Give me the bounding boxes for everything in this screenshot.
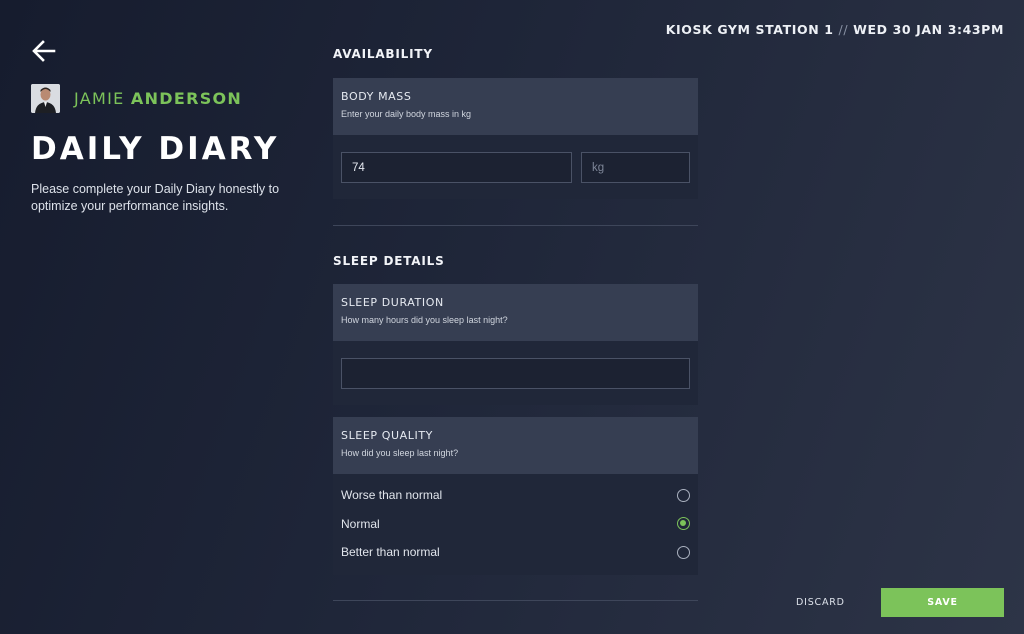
body-mass-unit-field[interactable] bbox=[581, 152, 690, 183]
body-mass-subtitle: Enter your daily body mass in kg bbox=[341, 109, 472, 119]
sleep-quality-option-normal[interactable]: Normal bbox=[341, 510, 690, 539]
sleep-quality-option-worse[interactable]: Worse than normal bbox=[341, 481, 690, 510]
current-datetime: WED 30 JAN 3:43PM bbox=[853, 22, 1004, 37]
sleep-duration-input[interactable] bbox=[341, 358, 690, 389]
back-arrow-icon[interactable] bbox=[31, 38, 57, 64]
header-separator: // bbox=[838, 22, 849, 37]
discard-button[interactable]: DISCARD bbox=[796, 597, 845, 608]
body-mass-title: BODY MASS bbox=[341, 90, 412, 103]
sleep-duration-inputs bbox=[333, 341, 698, 405]
sleep-section-title: SLEEP DETAILS bbox=[333, 254, 445, 268]
page-title: DAILY DIARY bbox=[31, 131, 280, 167]
sleep-quality-title: SLEEP QUALITY bbox=[341, 429, 433, 442]
option-label: Normal bbox=[341, 516, 380, 531]
body-mass-input[interactable] bbox=[341, 152, 572, 183]
section-divider bbox=[333, 225, 698, 226]
sleep-duration-header: SLEEP DURATION How many hours did you sl… bbox=[333, 284, 698, 341]
avatar bbox=[31, 84, 60, 113]
sleep-quality-options: Worse than normal Normal Better than nor… bbox=[333, 474, 698, 575]
save-button[interactable]: SAVE bbox=[881, 588, 1004, 617]
radio-unchecked-icon[interactable] bbox=[677, 545, 690, 559]
body-mass-inputs bbox=[333, 135, 698, 199]
radio-checked-icon[interactable] bbox=[677, 517, 690, 531]
body-mass-card: BODY MASS Enter your daily body mass in … bbox=[333, 78, 698, 199]
diary-form: AVAILABILITY BODY MASS Enter your daily … bbox=[333, 0, 698, 601]
sleep-quality-header: SLEEP QUALITY How did you sleep last nig… bbox=[333, 417, 698, 474]
left-panel: JAMIE ANDERSON DAILY DIARY Please comple… bbox=[31, 38, 301, 215]
user-name: JAMIE ANDERSON bbox=[74, 89, 242, 108]
option-label: Better than normal bbox=[341, 545, 440, 560]
user-last-name: ANDERSON bbox=[130, 89, 243, 108]
sleep-quality-option-better[interactable]: Better than normal bbox=[341, 538, 690, 567]
option-label: Worse than normal bbox=[341, 488, 443, 503]
sleep-duration-title: SLEEP DURATION bbox=[341, 296, 444, 309]
page-description: Please complete your Daily Diary honestl… bbox=[31, 182, 280, 213]
user-photo-icon bbox=[31, 84, 60, 113]
radio-unchecked-icon[interactable] bbox=[677, 488, 690, 502]
sleep-duration-subtitle: How many hours did you sleep last night? bbox=[341, 315, 508, 325]
availability-section-title: AVAILABILITY bbox=[333, 47, 433, 61]
body-mass-header: BODY MASS Enter your daily body mass in … bbox=[333, 78, 698, 135]
user-info: JAMIE ANDERSON bbox=[31, 84, 301, 113]
sleep-quality-card: SLEEP QUALITY How did you sleep last nig… bbox=[333, 417, 698, 575]
sleep-duration-card: SLEEP DURATION How many hours did you sl… bbox=[333, 284, 698, 405]
station-datetime: KIOSK GYM STATION 1//WED 30 JAN 3:43PM bbox=[666, 22, 1004, 37]
section-divider bbox=[333, 599, 698, 601]
user-first-name: JAMIE bbox=[74, 89, 125, 108]
sleep-quality-subtitle: How did you sleep last night? bbox=[341, 448, 459, 458]
